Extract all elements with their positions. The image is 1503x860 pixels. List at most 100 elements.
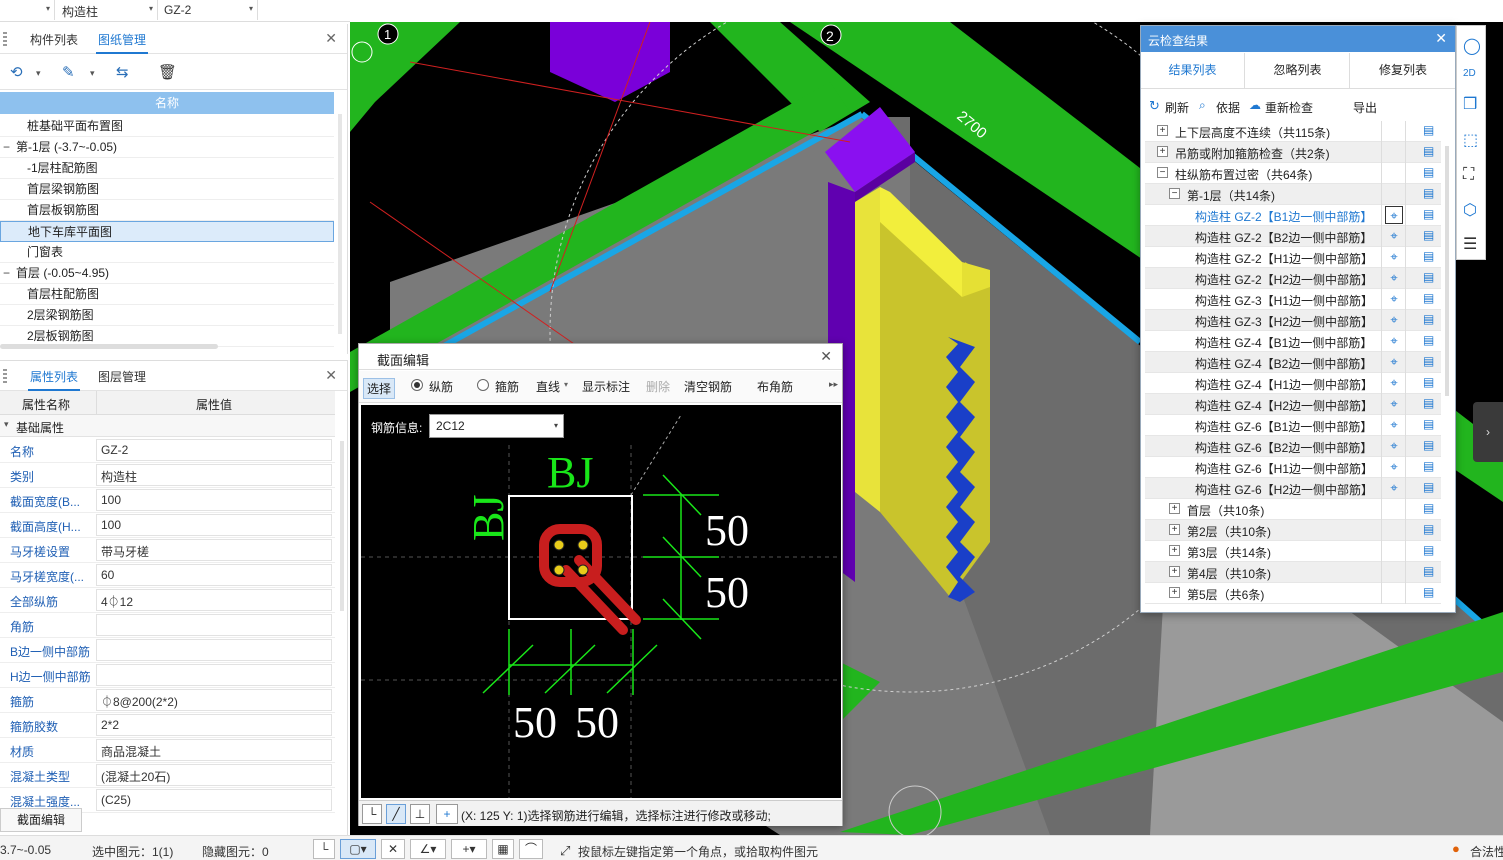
select-rect-icon[interactable]: ▢▾ bbox=[340, 839, 376, 859]
more-icon[interactable]: ▸▸ bbox=[829, 379, 838, 390]
dialog-titlebar[interactable]: 截面编辑 ✕ bbox=[359, 344, 842, 370]
delete-button[interactable]: 删除 bbox=[646, 378, 670, 395]
section-edit-button[interactable]: 截面编辑 bbox=[0, 808, 82, 832]
document-icon[interactable]: ▤ bbox=[1423, 375, 1434, 389]
export-button[interactable]: 导出 bbox=[1353, 99, 1377, 116]
refresh-drawing-icon[interactable]: ⇆ bbox=[116, 63, 129, 81]
chevron-down-icon[interactable]: ▾ bbox=[90, 68, 95, 79]
rebar-dot[interactable] bbox=[553, 539, 565, 551]
locate-icon[interactable]: ⌖ bbox=[1385, 479, 1403, 497]
expand-right-handle[interactable]: › bbox=[1473, 402, 1503, 462]
cloud-result-item[interactable]: + 首层（共10条) ▤ bbox=[1145, 499, 1441, 520]
vertical-scrollbar[interactable] bbox=[1445, 146, 1449, 396]
vertical-scrollbar[interactable] bbox=[340, 441, 344, 611]
cloud-result-item[interactable]: 构造柱 GZ-4【H2边一侧中部筋】 ⌖ ▤ bbox=[1145, 394, 1441, 415]
document-icon[interactable]: ▤ bbox=[1423, 228, 1434, 242]
property-value-field[interactable]: 构造柱 bbox=[96, 464, 332, 486]
drag-grip-icon[interactable] bbox=[3, 32, 7, 46]
document-icon[interactable]: ▤ bbox=[1423, 522, 1434, 536]
cross-select-icon[interactable]: ✕ bbox=[381, 839, 405, 859]
expand-icon[interactable]: + bbox=[1169, 503, 1180, 514]
warning-icon[interactable]: ● bbox=[1452, 841, 1460, 856]
expand-icon[interactable]: + bbox=[1169, 587, 1180, 598]
show-dims-button[interactable]: 显示标注 bbox=[582, 378, 630, 395]
property-value-field[interactable]: GZ-2 bbox=[96, 439, 332, 461]
corner-rebar-button[interactable]: 布角筋 bbox=[757, 378, 793, 395]
locate-icon[interactable]: ⌖ bbox=[1385, 332, 1403, 350]
document-icon[interactable]: ▤ bbox=[1423, 543, 1434, 557]
close-icon[interactable]: ✕ bbox=[1435, 30, 1447, 47]
cloud-result-item[interactable]: 构造柱 GZ-6【B2边一侧中部筋】 ⌖ ▤ bbox=[1145, 436, 1441, 457]
cloud-result-item[interactable]: − 柱纵筋布置过密（共64条) ▤ bbox=[1145, 163, 1441, 184]
tab-property-list[interactable]: 属性列表 bbox=[28, 368, 81, 391]
property-value-field[interactable]: (混凝土20石) bbox=[96, 764, 332, 786]
expand-icon[interactable]: + bbox=[1157, 125, 1168, 136]
locate-icon[interactable]: ⌖ bbox=[1385, 290, 1403, 308]
cloud-result-item[interactable]: 构造柱 GZ-4【B1边一侧中部筋】 ⌖ ▤ bbox=[1145, 331, 1441, 352]
drawing-list-item[interactable]: -1层柱配筋图 bbox=[0, 158, 334, 179]
chevron-down-icon[interactable]: ▾ bbox=[564, 380, 568, 389]
drag-grip-icon[interactable] bbox=[3, 369, 7, 383]
perpendicular-icon[interactable]: ⊥ bbox=[410, 804, 430, 824]
collapse-icon[interactable]: − bbox=[1169, 188, 1180, 199]
property-value-field[interactable]: 60 bbox=[96, 564, 332, 586]
locate-icon[interactable]: ⌖ bbox=[1385, 374, 1403, 392]
property-value-field[interactable]: 100 bbox=[96, 489, 332, 511]
section-canvas[interactable]: BJ BJ 50 50 50 50 钢筋信息: 2C12 ▾ bbox=[361, 405, 841, 798]
expand-icon[interactable]: + bbox=[1157, 146, 1168, 157]
property-value-field[interactable]: 2*2 bbox=[96, 714, 332, 736]
cloud-result-item[interactable]: 构造柱 GZ-2【B2边一侧中部筋】 ⌖ ▤ bbox=[1145, 226, 1441, 247]
locate-icon[interactable]: ⌖ bbox=[1385, 395, 1403, 413]
locate-icon[interactable]: ⌖ bbox=[1385, 269, 1403, 287]
line-tool-icon[interactable]: ╱ bbox=[386, 804, 406, 824]
cloud-result-item[interactable]: + 吊筋或附加箍筋检查（共2条) ▤ bbox=[1145, 142, 1441, 163]
iso-view-icon[interactable]: ⬡ bbox=[1463, 200, 1477, 220]
property-value-field[interactable]: (C25) bbox=[96, 789, 332, 811]
locate-icon[interactable]: ⌖ bbox=[1385, 311, 1403, 329]
tab-component-list[interactable]: 构件列表 bbox=[28, 31, 80, 48]
property-value-field[interactable]: 商品混凝土 bbox=[96, 739, 332, 761]
document-icon[interactable]: ▤ bbox=[1423, 291, 1434, 305]
drawing-list-item[interactable]: 首层梁钢筋图 bbox=[0, 179, 334, 200]
cube-icon[interactable]: ❒ bbox=[1463, 94, 1477, 114]
document-icon[interactable]: ▤ bbox=[1423, 165, 1434, 179]
property-value-field[interactable] bbox=[96, 664, 332, 686]
radio-longitudinal[interactable] bbox=[411, 379, 423, 391]
expand-icon[interactable]: + bbox=[1169, 524, 1180, 535]
ortho-toggle-icon[interactable]: └ bbox=[313, 839, 335, 859]
cloud-result-item[interactable]: + 上下层高度不连续（共115条) ▤ bbox=[1145, 121, 1441, 142]
tab-fix-list[interactable]: 修复列表 bbox=[1351, 53, 1455, 88]
snap-icon[interactable]: +▾ bbox=[451, 839, 487, 859]
vertical-scrollbar[interactable] bbox=[338, 114, 342, 334]
tab-layer-management[interactable]: 图层管理 bbox=[96, 368, 148, 385]
property-value-field[interactable]: 带马牙槎 bbox=[96, 539, 332, 561]
document-icon[interactable]: ▤ bbox=[1423, 207, 1434, 221]
combo-empty[interactable]: ▾ bbox=[0, 0, 55, 20]
refresh-icon[interactable]: ↻ bbox=[1149, 98, 1160, 114]
collapse-icon[interactable]: − bbox=[1157, 167, 1168, 178]
tab-ignore-list[interactable]: 忽略列表 bbox=[1246, 53, 1350, 88]
clear-rebar-button[interactable]: 清空钢筋 bbox=[684, 378, 732, 395]
cloud-result-item[interactable]: 构造柱 GZ-2【H1边一侧中部筋】 ⌖ ▤ bbox=[1145, 247, 1441, 268]
drawing-list-item[interactable]: − 首层 (-0.05~4.95) bbox=[0, 263, 334, 284]
locate-icon[interactable]: ⌖ bbox=[1385, 353, 1403, 371]
angle-icon[interactable]: ∠▾ bbox=[410, 839, 446, 859]
drawing-list-item[interactable]: 首层板钢筋图 bbox=[0, 200, 334, 221]
close-icon[interactable]: ✕ bbox=[820, 348, 832, 365]
cloud-result-item[interactable]: 构造柱 GZ-6【B1边一侧中部筋】 ⌖ ▤ bbox=[1145, 415, 1441, 436]
document-icon[interactable]: ▤ bbox=[1423, 354, 1434, 368]
locate-icon[interactable]: ⌖ bbox=[1385, 416, 1403, 434]
document-icon[interactable]: ▤ bbox=[1423, 333, 1434, 347]
cloud-result-item[interactable]: + 第3层（共14条) ▤ bbox=[1145, 541, 1441, 562]
2d-view-icon[interactable]: 2D bbox=[1463, 68, 1476, 79]
edit-drawing-icon[interactable]: ✎ bbox=[62, 63, 75, 81]
trash-icon[interactable]: 🗑 bbox=[158, 63, 177, 81]
property-value-field[interactable] bbox=[96, 639, 332, 661]
refresh-button[interactable]: 刷新 bbox=[1165, 99, 1189, 116]
cloud-result-item[interactable]: + 第4层（共10条) ▤ bbox=[1145, 562, 1441, 583]
document-icon[interactable]: ▤ bbox=[1423, 417, 1434, 431]
document-icon[interactable]: ▤ bbox=[1423, 585, 1434, 599]
ortho-icon[interactable]: └ bbox=[362, 804, 382, 824]
property-value-field[interactable]: 4⏀12 bbox=[96, 589, 332, 611]
cloud-result-item[interactable]: + 第2层（共10条) ▤ bbox=[1145, 520, 1441, 541]
